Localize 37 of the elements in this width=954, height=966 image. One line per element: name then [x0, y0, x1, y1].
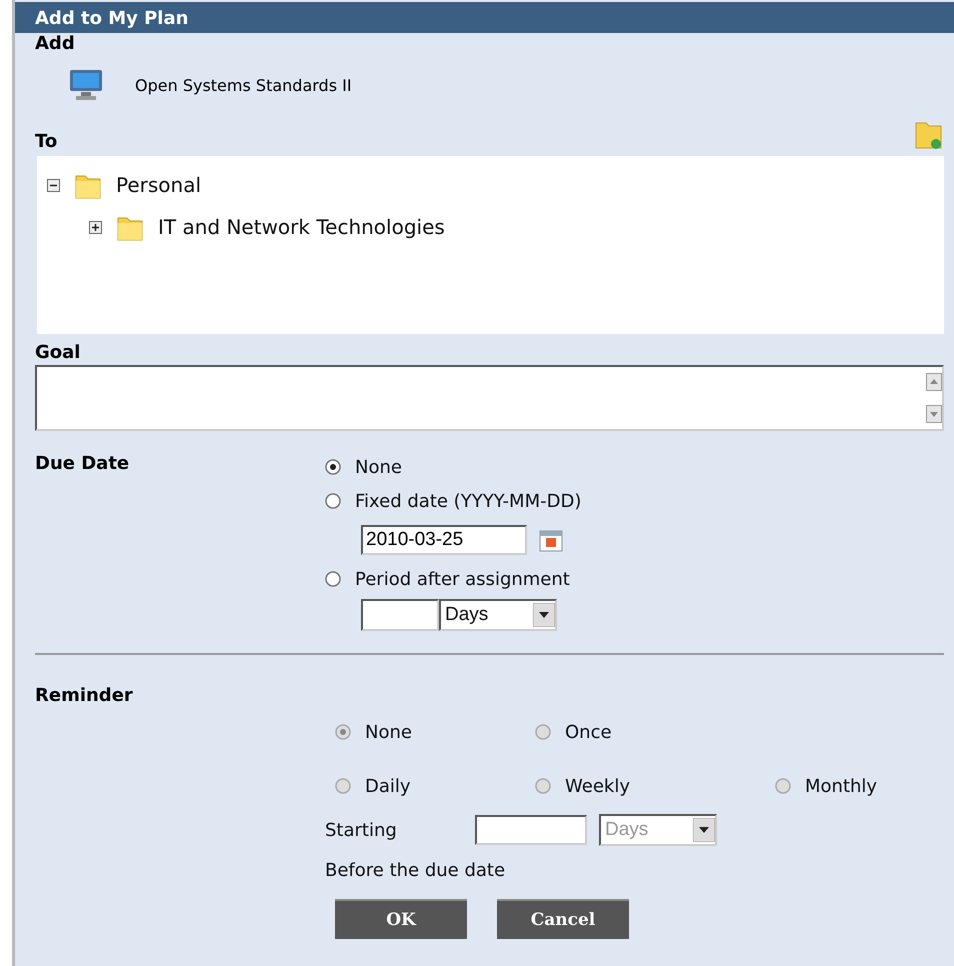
caret-icon	[693, 818, 715, 842]
section-label: To	[35, 131, 58, 152]
radio-button[interactable]	[325, 459, 341, 475]
radio-button[interactable]	[325, 571, 341, 587]
course-title: Open Systems Standards II	[135, 76, 352, 94]
period-field[interactable]	[361, 599, 439, 631]
caret-icon	[533, 603, 555, 627]
option-label: None	[365, 722, 412, 742]
dialog-title: Add to My Plan	[15, 2, 954, 33]
tree-item[interactable]: IT and Network Technologies	[158, 215, 445, 239]
starting-label: Starting	[325, 820, 398, 840]
section-label: Due Date	[35, 453, 130, 476]
monitor-icon	[69, 69, 103, 101]
starting-field[interactable]	[475, 815, 587, 845]
scroll-up-icon[interactable]	[926, 373, 942, 391]
option-label: Period after assignment	[355, 568, 570, 590]
option-label: Monthly	[805, 776, 878, 796]
radio-button[interactable]	[325, 493, 341, 509]
option-label: Once	[565, 722, 612, 742]
option-label: Daily	[365, 776, 411, 796]
option-label: Weekly	[565, 776, 630, 796]
unit-dropdown[interactable]: Days	[439, 599, 557, 631]
expand-icon[interactable]	[89, 220, 102, 234]
calendar-icon[interactable]	[539, 528, 563, 552]
option-label: Fixed date (YYYY-MM-DD)	[355, 490, 582, 512]
section-label: Reminder	[35, 685, 134, 706]
cancel-button[interactable]: Cancel	[497, 899, 629, 939]
tree-item[interactable]: Personal	[116, 173, 202, 197]
section-label: Goal	[35, 342, 82, 363]
scroll-down-icon[interactable]	[926, 405, 942, 423]
section-label: Add	[35, 33, 76, 54]
collapse-icon[interactable]	[47, 178, 60, 192]
reminder-note: Before the due date	[325, 860, 506, 881]
ok-button[interactable]: OK	[335, 899, 467, 939]
goal-field[interactable]	[35, 365, 944, 431]
option-label: None	[355, 456, 402, 478]
date-field[interactable]: 2010-03-25	[361, 525, 527, 555]
